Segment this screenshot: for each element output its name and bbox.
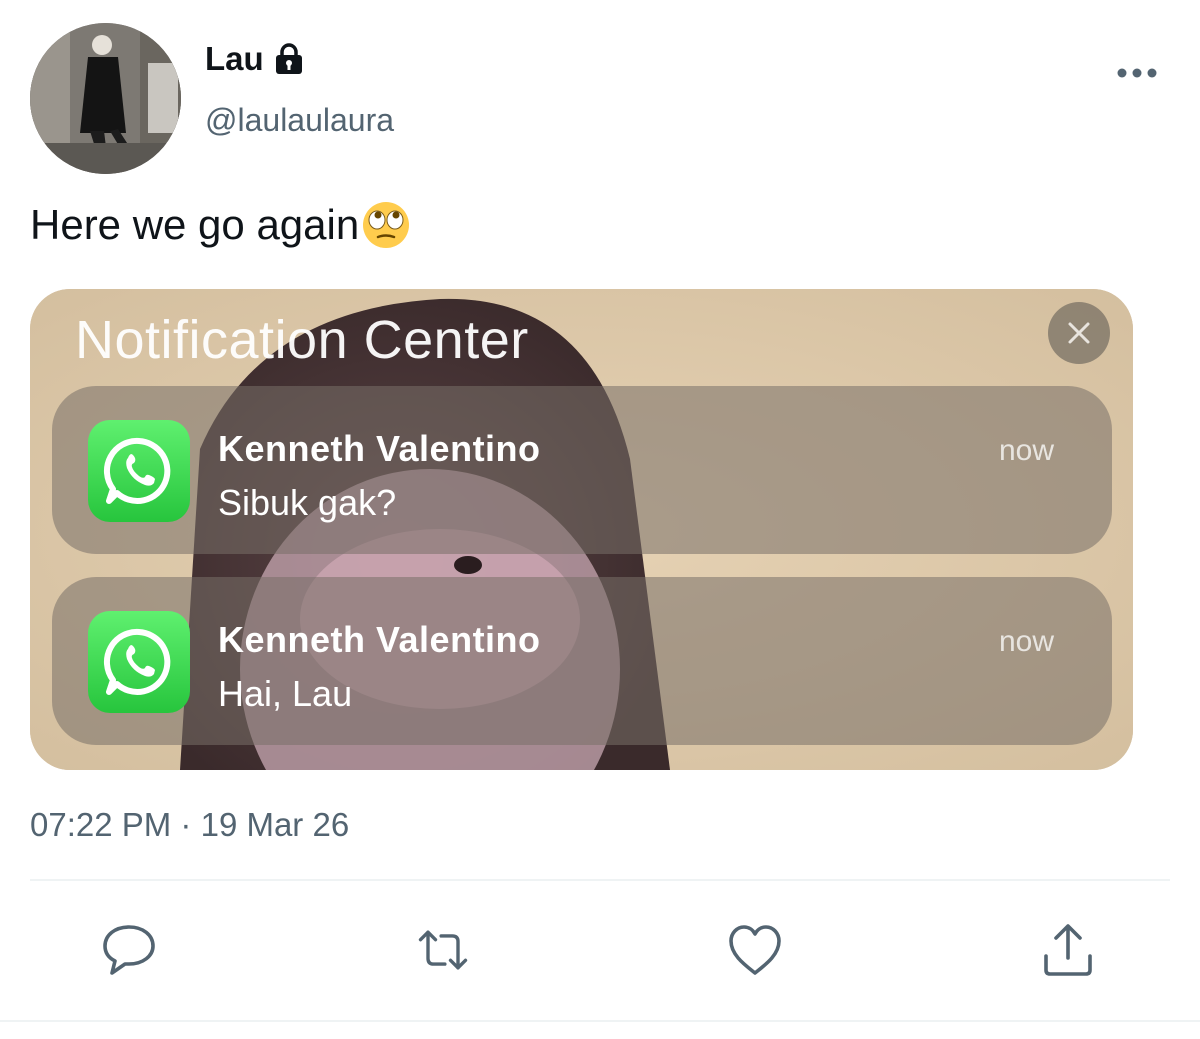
tweet-date: 19 Mar 26: [200, 806, 350, 843]
share-icon[interactable]: [1038, 920, 1098, 980]
notification-time: now: [998, 625, 1054, 658]
reply-icon[interactable]: [99, 920, 159, 980]
user-handle[interactable]: @laulaulaura: [205, 102, 394, 139]
face-with-rolling-eyes-icon: [361, 200, 411, 250]
retweet-icon[interactable]: [413, 920, 473, 980]
avatar-photo: [30, 23, 181, 174]
notification-message: Hai, Lau: [218, 673, 353, 714]
like-icon[interactable]: [725, 920, 785, 980]
tweet-body: Here we go again: [30, 201, 360, 248]
notification-sender: Kenneth Valentino: [218, 428, 541, 469]
whatsapp-icon: [88, 611, 190, 713]
tweet-text: Here we go again: [30, 200, 411, 250]
more-options-icon[interactable]: [1114, 62, 1160, 84]
avatar[interactable]: [30, 23, 181, 174]
notification-card[interactable]: Kenneth Valentino Hai, Lau now: [52, 577, 1112, 745]
tweet-media-image[interactable]: Notification Center Kenneth Valentino Si…: [30, 289, 1133, 770]
display-name[interactable]: Lau: [205, 40, 264, 78]
timestamp-separator: ·: [180, 806, 192, 843]
notification-sender: Kenneth Valentino: [218, 619, 541, 660]
notification-message: Sibuk gak?: [218, 482, 397, 523]
close-icon[interactable]: [1048, 302, 1110, 364]
bottom-divider: [0, 1020, 1200, 1022]
divider: [30, 879, 1170, 881]
notification-card[interactable]: Kenneth Valentino Sibuk gak? now: [52, 386, 1112, 554]
tweet-time: 07:22 PM: [30, 806, 172, 843]
whatsapp-icon: [88, 420, 190, 522]
tweet-timestamp[interactable]: 07:22 PM · 19 Mar 26: [30, 806, 349, 844]
lock-icon: [272, 42, 306, 76]
user-name-row: Lau: [205, 40, 306, 78]
notification-center-title: Notification Center: [75, 310, 529, 370]
notification-time: now: [998, 434, 1054, 467]
